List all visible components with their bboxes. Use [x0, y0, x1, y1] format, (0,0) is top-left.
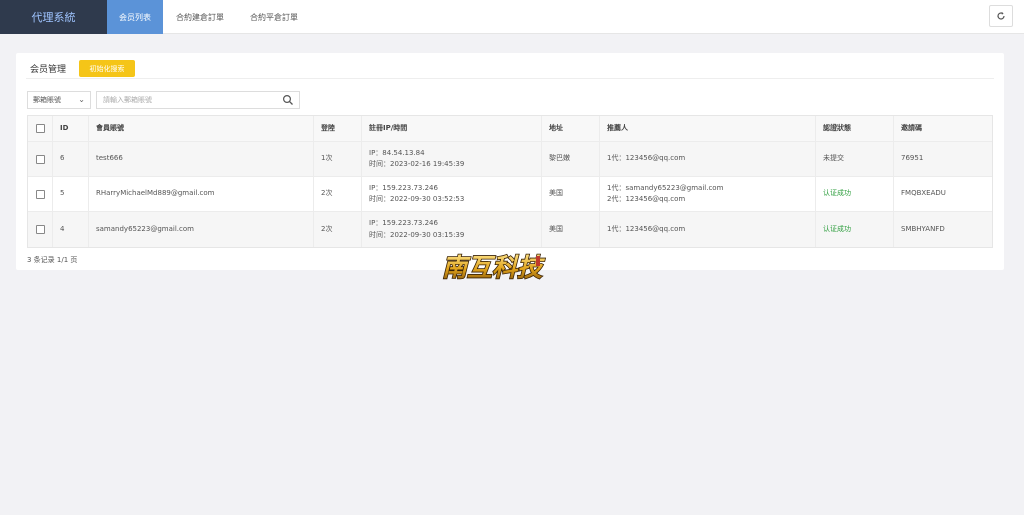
cell-address: 美国: [541, 212, 599, 247]
app-brand[interactable]: 代理系統: [0, 0, 107, 34]
cell-logins: 2次: [313, 177, 361, 211]
refresh-icon: [997, 12, 1005, 20]
title-divider: [26, 78, 994, 79]
cell-referrer-level2: 2代：123456@qq.com: [607, 195, 686, 203]
cell-referrer: 1代：samandy65223@gmail.com 2代：123456@qq.c…: [599, 177, 815, 211]
table-row[interactable]: 6 test666 1次 IP：84.54.13.84 时间：2023-02-1…: [28, 142, 992, 177]
select-all-cell: [28, 116, 52, 141]
select-all-checkbox[interactable]: [35, 124, 45, 133]
pagination-summary: 3 条记录 1/1 页: [27, 256, 78, 264]
cell-status: 未提交: [815, 142, 893, 176]
header-logins[interactable]: 登陸: [313, 116, 361, 141]
row-select-cell: [28, 142, 52, 176]
cell-address: 黎巴嫩: [541, 142, 599, 176]
refresh-button[interactable]: [989, 5, 1013, 27]
cell-referrer: 1代：123456@qq.com: [599, 142, 815, 176]
cell-register-ip-time: IP：159.223.73.246 时间：2022-09-30 03:15:39: [361, 212, 541, 247]
init-search-button[interactable]: 初始化搜索: [79, 60, 135, 77]
cell-account: samandy65223@gmail.com: [88, 212, 313, 247]
table-row[interactable]: 5 RHarryMichaelMd889@gmail.com 2次 IP：159…: [28, 177, 992, 212]
chevron-down-icon: ⌄: [78, 95, 85, 104]
cell-id: 4: [52, 212, 88, 247]
table-row[interactable]: 4 samandy65223@gmail.com 2次 IP：159.223.7…: [28, 212, 992, 247]
row-select-cell: [28, 177, 52, 211]
header-status[interactable]: 認證狀態: [815, 116, 893, 141]
top-header: 代理系統 会员列表 合約建倉訂單 合約平倉訂單: [0, 0, 1024, 34]
cell-invite-code: 76951: [893, 142, 993, 176]
row-select-cell: [28, 212, 52, 247]
tab-contract-close-orders[interactable]: 合約平倉訂單: [237, 0, 311, 34]
tab-member-list[interactable]: 会员列表: [107, 0, 163, 34]
header-referrer[interactable]: 推薦人: [599, 116, 815, 141]
cell-account: test666: [88, 142, 313, 176]
header-address[interactable]: 地址: [541, 116, 599, 141]
row-checkbox[interactable]: [35, 154, 45, 164]
watermark-text: 南互科技: [442, 253, 546, 282]
cell-register-ip-time: IP：84.54.13.84 时间：2023-02-16 19:45:39: [361, 142, 541, 176]
cell-ip: IP：159.223.73.246: [369, 219, 438, 228]
cell-status: 认证成功: [815, 212, 893, 247]
cell-id: 6: [52, 142, 88, 176]
header-id[interactable]: ID: [52, 116, 88, 141]
cell-logins: 2次: [313, 212, 361, 247]
member-table: ID 會員賬號 登陸 註冊IP/時間 地址 推薦人 認證狀態 邀請碼 6 tes…: [27, 115, 993, 248]
search-icon[interactable]: [282, 94, 294, 106]
table-header-row: ID 會員賬號 登陸 註冊IP/時間 地址 推薦人 認證狀態 邀請碼: [28, 116, 992, 142]
cell-time: 时间：2022-09-30 03:52:53: [369, 195, 465, 203]
tab-contract-open-orders[interactable]: 合約建倉訂單: [163, 0, 237, 34]
cell-register-ip-time: IP：159.223.73.246 时间：2022-09-30 03:52:53: [361, 177, 541, 211]
cell-invite-code: FMQBXEADU: [893, 177, 993, 211]
card-title: 会员管理: [30, 65, 67, 75]
cell-logins: 1次: [313, 142, 361, 176]
cell-account: RHarryMichaelMd889@gmail.com: [88, 177, 313, 211]
header-account[interactable]: 會員賬號: [88, 116, 313, 141]
search-placeholder: 請輸入郵箱賬號: [103, 96, 152, 104]
cell-id: 5: [52, 177, 88, 211]
row-checkbox[interactable]: [35, 225, 45, 234]
search-input[interactable]: 請輸入郵箱賬號: [96, 91, 300, 109]
header-register-ip-time[interactable]: 註冊IP/時間: [361, 116, 541, 141]
cell-referrer: 1代：123456@qq.com: [599, 212, 815, 247]
cell-time: 时间：2023-02-16 19:45:39: [369, 160, 465, 168]
cell-status: 认证成功: [815, 177, 893, 211]
cell-ip: IP：159.223.73.246: [369, 183, 438, 192]
header-invite-code[interactable]: 邀請碼: [893, 116, 993, 141]
cell-time: 时间：2022-09-30 03:15:39: [369, 230, 465, 239]
row-checkbox[interactable]: [35, 189, 45, 199]
watermark-logo: 南互科技: [441, 252, 547, 283]
cell-invite-code: SMBHYANFD: [893, 212, 993, 247]
search-field-select-value: 郵箱賬號: [33, 96, 61, 104]
cell-address: 美国: [541, 177, 599, 211]
search-field-select[interactable]: 郵箱賬號 ⌄: [27, 91, 91, 109]
cell-ip: IP：84.54.13.84: [369, 148, 425, 157]
cell-referrer-level1: 1代：samandy65223@gmail.com: [607, 183, 724, 192]
